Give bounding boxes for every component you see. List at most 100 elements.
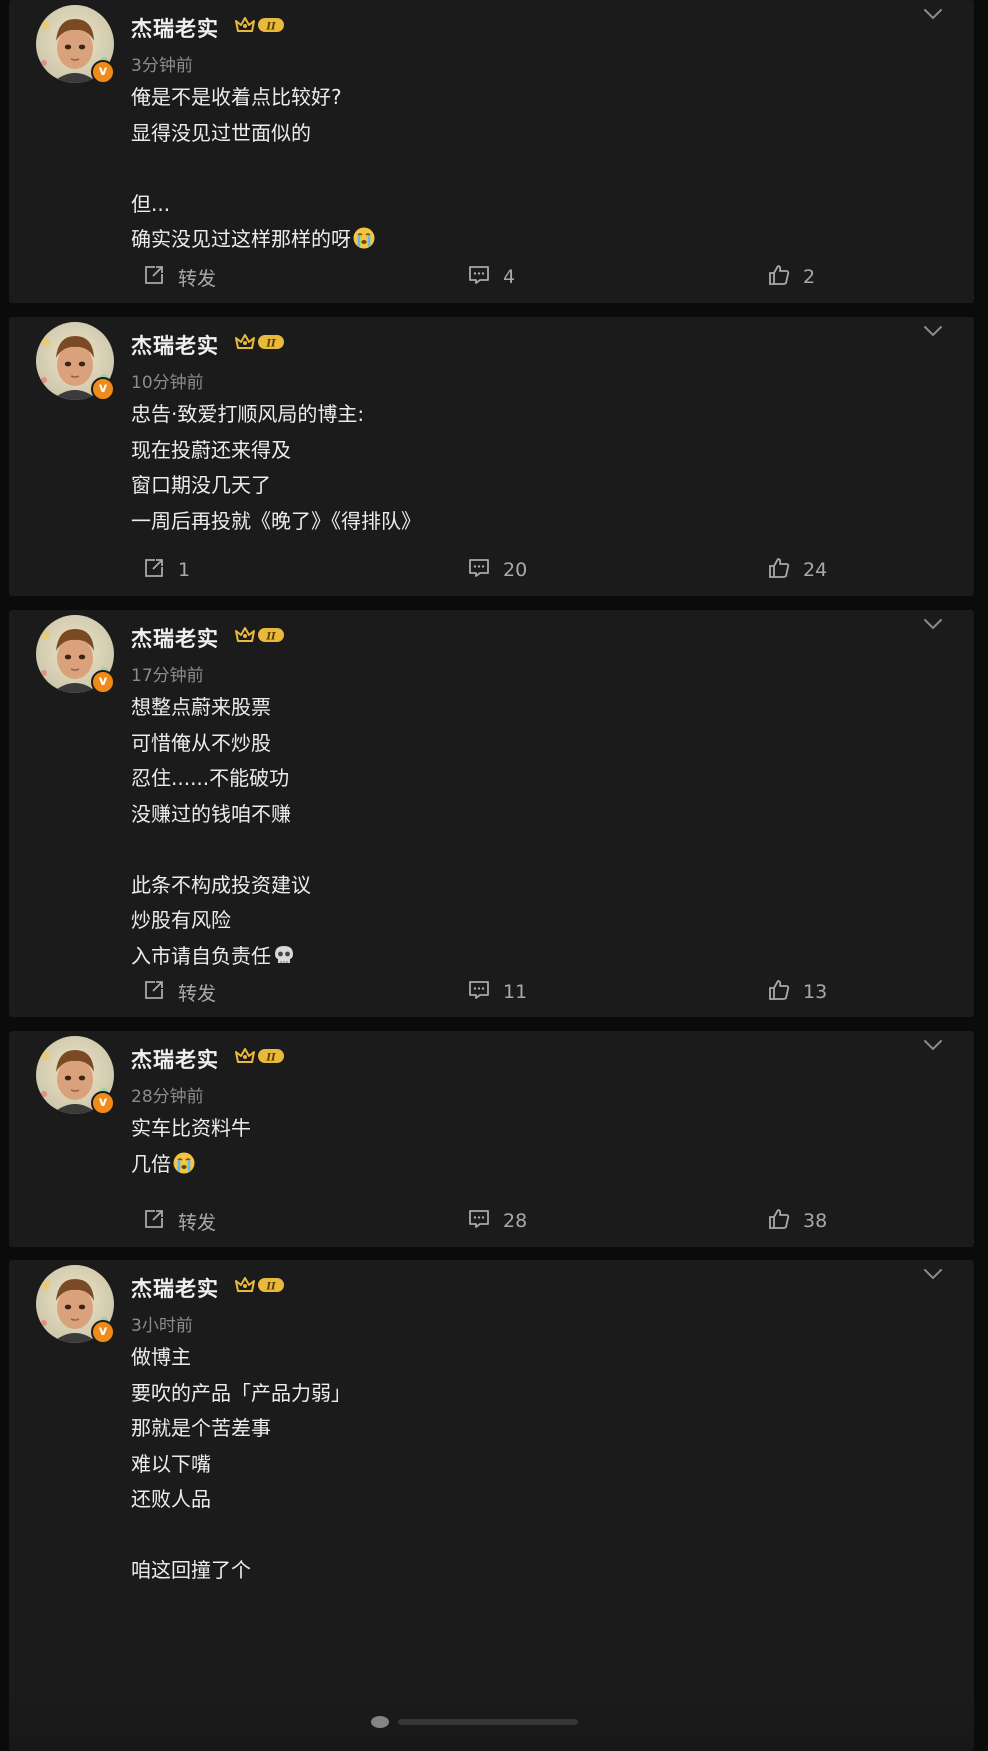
post-actions: 1 20 24 [9, 555, 974, 585]
avatar[interactable]: v [36, 322, 115, 401]
comment-count: 20 [503, 559, 528, 581]
post-text-line: 咱这回撞了个 [131, 1558, 251, 1582]
svg-text:II: II [265, 1282, 276, 1293]
post-time: 17分钟前 [131, 666, 204, 686]
post-text-line: 没赚过的钱咱不赚 [131, 801, 291, 826]
repost-button[interactable]: 1 [142, 555, 190, 585]
post-content: 做博主 要吹的产品「产品力弱」 那就是个苦差事 难以下嘴 还败人品 咱这回撞了个 [131, 1340, 351, 1589]
comment-icon [467, 1207, 503, 1236]
post-text-line: 实车比资料牛 [131, 1116, 251, 1140]
repost-button[interactable]: 转发 [142, 262, 216, 292]
post-time: 3小时前 [131, 1316, 193, 1336]
post-text-line: 入市请自负责任 [131, 939, 311, 975]
comment-count: 11 [503, 981, 528, 1003]
username[interactable]: 杰瑞老实 [131, 1273, 219, 1303]
like-count: 2 [803, 266, 816, 288]
verified-badge: v [91, 60, 115, 84]
vip-level: II [257, 1047, 289, 1069]
post-content: 想整点蔚来股票 可惜俺从不炒股 忍住......不能破功 没赚过的钱咱不赚 此条不构成投… [131, 690, 311, 974]
username[interactable]: 杰瑞老实 [131, 330, 219, 360]
post-content: 俺是不是收着点比较好? 显得没见过世面似的 但... 确实没见过这样那样的呀 [131, 80, 376, 258]
repost-button[interactable]: 转发 [142, 1206, 216, 1236]
post-text-line [131, 1518, 351, 1554]
crying-face-icon [171, 1152, 196, 1176]
svg-text:II: II [265, 1053, 276, 1064]
chevron-down-icon[interactable] [922, 323, 944, 342]
comment-icon [467, 978, 503, 1007]
post-text-line: 一周后再投就《晚了》《得排队》 [131, 508, 421, 533]
comment-button[interactable]: 11 [467, 977, 527, 1007]
like-button[interactable]: 2 [767, 262, 815, 292]
post-text-line: 做博主 [131, 1345, 191, 1369]
post-text-line: 但... [131, 191, 171, 216]
repost-label: 转发 [178, 1211, 217, 1234]
post-card[interactable]: v 杰瑞老实 II 3分钟前 俺是不是收着点比较好? 显得没见过世面似的 但... 确… [9, 0, 974, 303]
watermark-logo [371, 1716, 578, 1728]
post-text-line: 此条不构成投资建议 [131, 872, 311, 897]
post-text-line: 可惜俺从不炒股 [131, 730, 271, 755]
verified-badge: v [91, 1091, 115, 1115]
vip-level: II [257, 626, 289, 648]
post-text-line: 显得没见过世面似的 [131, 120, 311, 145]
post-actions: 转发 11 13 [9, 977, 974, 1007]
post-card[interactable]: v 杰瑞老实 II 3小时前 做博主 要吹的产品「产品力弱」 那就是个苦差事 难以下嘴… [9, 1260, 974, 1751]
post-text-line: 忍住......不能破功 [131, 766, 290, 790]
svg-text:II: II [265, 22, 276, 33]
post-actions: 转发 4 2 [9, 262, 974, 292]
post-text-line: 现在投蔚还来得及 [131, 437, 291, 462]
chevron-down-icon[interactable] [922, 6, 944, 25]
like-icon [767, 556, 803, 585]
svg-text:II: II [265, 339, 276, 350]
comment-button[interactable]: 4 [467, 262, 515, 292]
vip-level: II [257, 1276, 289, 1298]
repost-label: 转发 [178, 267, 217, 290]
avatar[interactable]: v [36, 1036, 115, 1115]
post-card[interactable]: v 杰瑞老实 II 28分钟前 实车比资料牛 几倍 转发 28 38 [9, 1031, 974, 1247]
post-content: 实车比资料牛 几倍 [131, 1111, 251, 1182]
username[interactable]: 杰瑞老实 [131, 623, 219, 653]
comment-count: 4 [503, 266, 516, 288]
vip-badge[interactable]: II [233, 1275, 289, 1299]
verified-badge: v [91, 377, 115, 401]
repost-icon [142, 556, 178, 585]
post-time: 3分钟前 [131, 56, 193, 76]
like-button[interactable]: 13 [767, 977, 827, 1007]
like-icon [767, 263, 803, 292]
vip-badge[interactable]: II [233, 625, 289, 649]
post-card[interactable]: v 杰瑞老实 II 10分钟前 忠告·致爱打顺风局的博主: 现在投蔚还来得及 窗口期… [9, 317, 974, 596]
vip-badge[interactable]: II [233, 332, 289, 356]
post-text-line: 俺是不是收着点比较好? [131, 85, 342, 109]
post-text-line: 那就是个苦差事 [131, 1416, 271, 1440]
post-text-line: 窗口期没几天了 [131, 473, 271, 497]
chevron-down-icon[interactable] [922, 1037, 944, 1056]
post-time: 10分钟前 [131, 373, 204, 393]
like-count: 38 [803, 1210, 828, 1232]
repost-button[interactable]: 转发 [142, 977, 216, 1007]
repost-icon [142, 263, 178, 292]
repost-label: 1 [178, 559, 191, 581]
repost-label: 转发 [178, 982, 217, 1005]
like-icon [767, 978, 803, 1007]
post-text-line: 几倍 [131, 1147, 251, 1183]
like-button[interactable]: 24 [767, 555, 827, 585]
post-text-line [131, 832, 311, 868]
vip-badge[interactable]: II [233, 15, 289, 39]
like-button[interactable]: 38 [767, 1206, 827, 1236]
avatar[interactable]: v [36, 1265, 115, 1344]
username[interactable]: 杰瑞老实 [131, 13, 219, 43]
comment-button[interactable]: 28 [467, 1206, 527, 1236]
post-text-line: 还败人品 [131, 1487, 211, 1511]
avatar[interactable]: v [36, 5, 115, 84]
avatar[interactable]: v [36, 615, 115, 694]
post-text-line: 炒股有风险 [131, 908, 231, 932]
post-card[interactable]: v 杰瑞老实 II 17分钟前 想整点蔚来股票 可惜俺从不炒股 忍住......不能… [9, 610, 974, 1017]
username[interactable]: 杰瑞老实 [131, 1044, 219, 1074]
chevron-down-icon[interactable] [922, 1266, 944, 1285]
vip-badge[interactable]: II [233, 1046, 289, 1070]
post-text-line [131, 151, 376, 187]
comment-button[interactable]: 20 [467, 555, 527, 585]
chevron-down-icon[interactable] [922, 616, 944, 635]
like-icon [767, 1207, 803, 1236]
like-count: 13 [803, 981, 828, 1003]
crying-face-icon [351, 227, 376, 251]
